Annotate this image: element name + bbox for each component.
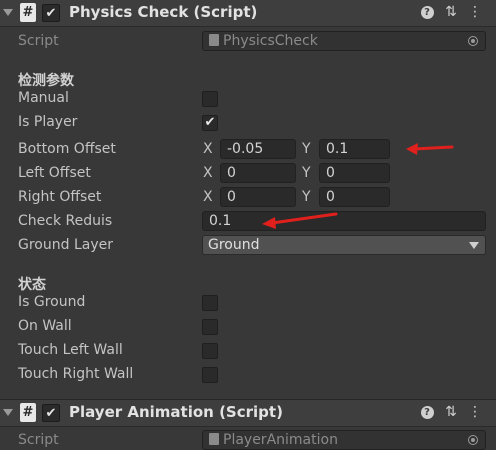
script-file-icon [209, 433, 219, 445]
right-offset-x-field[interactable]: 0 [220, 187, 296, 207]
foldout-triangle-icon[interactable] [3, 9, 13, 16]
script-hash-icon: # [20, 3, 36, 22]
component-enable-checkbox[interactable]: ✔ [42, 4, 60, 22]
is-ground-label: Is Ground [18, 294, 86, 310]
section-title-status: 状态 [18, 277, 46, 293]
script-hash-icon: # [20, 403, 36, 422]
ground-layer-value: Ground [208, 237, 260, 253]
is-player-label: Is Player [18, 114, 78, 130]
touch-left-wall-checkbox[interactable] [202, 343, 218, 359]
script-field-value: PhysicsCheck [223, 33, 318, 49]
right-offset-y-field[interactable]: 0 [319, 187, 390, 207]
bottom-offset-x-field[interactable]: -0.05 [220, 139, 296, 159]
checkmark-icon: ✔ [204, 115, 216, 130]
right-offset-x-label: X [203, 189, 213, 205]
bottom-offset-y-label: Y [302, 141, 311, 157]
foldout-triangle-icon[interactable] [3, 409, 13, 416]
red-arrow-icon [406, 143, 454, 155]
component-title: Player Animation (Script) [69, 403, 283, 421]
component-enable-checkbox[interactable]: ✔ [42, 404, 60, 422]
touch-right-wall-checkbox[interactable] [202, 367, 218, 383]
manual-checkbox[interactable] [202, 91, 218, 107]
red-arrow-icon [262, 212, 338, 229]
object-picker-icon[interactable] [468, 36, 478, 46]
touch-left-wall-label: Touch Left Wall [18, 342, 123, 358]
help-icon[interactable]: ? [418, 3, 436, 21]
object-picker-icon[interactable] [468, 435, 478, 445]
bottom-offset-x-label: X [203, 141, 213, 157]
dropdown-caret-icon [469, 242, 479, 249]
right-offset-label: Right Offset [18, 189, 102, 205]
is-ground-checkbox[interactable] [202, 295, 218, 311]
component-header-player-animation[interactable]: # ✔ Player Animation (Script) ? ⇅ ⋮ [0, 399, 496, 427]
presets-sliders-icon[interactable]: ⇅ [442, 403, 460, 421]
script-file-icon [209, 34, 219, 46]
ground-layer-label: Ground Layer [18, 237, 113, 253]
bottom-offset-label: Bottom Offset [18, 141, 116, 157]
check-radius-label: Check Reduis [18, 213, 113, 229]
left-offset-y-field[interactable]: 0 [319, 163, 390, 183]
on-wall-checkbox[interactable] [202, 319, 218, 335]
left-offset-label: Left Offset [18, 165, 91, 181]
left-offset-x-label: X [203, 165, 213, 181]
kebab-menu-icon[interactable]: ⋮ [466, 403, 484, 421]
presets-sliders-icon[interactable]: ⇅ [442, 3, 460, 21]
ground-layer-dropdown[interactable]: Ground [202, 235, 486, 255]
check-radius-field[interactable]: 0.1 [202, 211, 486, 231]
is-player-checkbox[interactable]: ✔ [202, 115, 218, 131]
script-label: Script [18, 33, 59, 49]
on-wall-label: On Wall [18, 318, 72, 334]
right-offset-y-label: Y [302, 189, 311, 205]
kebab-menu-icon[interactable]: ⋮ [466, 3, 484, 21]
section-title-detection-params: 检测参数 [18, 73, 74, 89]
manual-label: Manual [18, 90, 69, 106]
bottom-offset-y-field[interactable]: 0.1 [319, 139, 390, 159]
left-offset-x-field[interactable]: 0 [220, 163, 296, 183]
script-object-field-2[interactable]: PlayerAnimation [202, 430, 486, 450]
script-object-field[interactable]: PhysicsCheck [202, 31, 486, 51]
touch-right-wall-label: Touch Right Wall [18, 366, 134, 382]
help-icon[interactable]: ? [418, 403, 436, 421]
component-header-physics-check[interactable]: # ✔ Physics Check (Script) ? ⇅ ⋮ [0, 0, 496, 27]
component-title: Physics Check (Script) [69, 3, 258, 21]
left-offset-y-label: Y [302, 165, 311, 181]
